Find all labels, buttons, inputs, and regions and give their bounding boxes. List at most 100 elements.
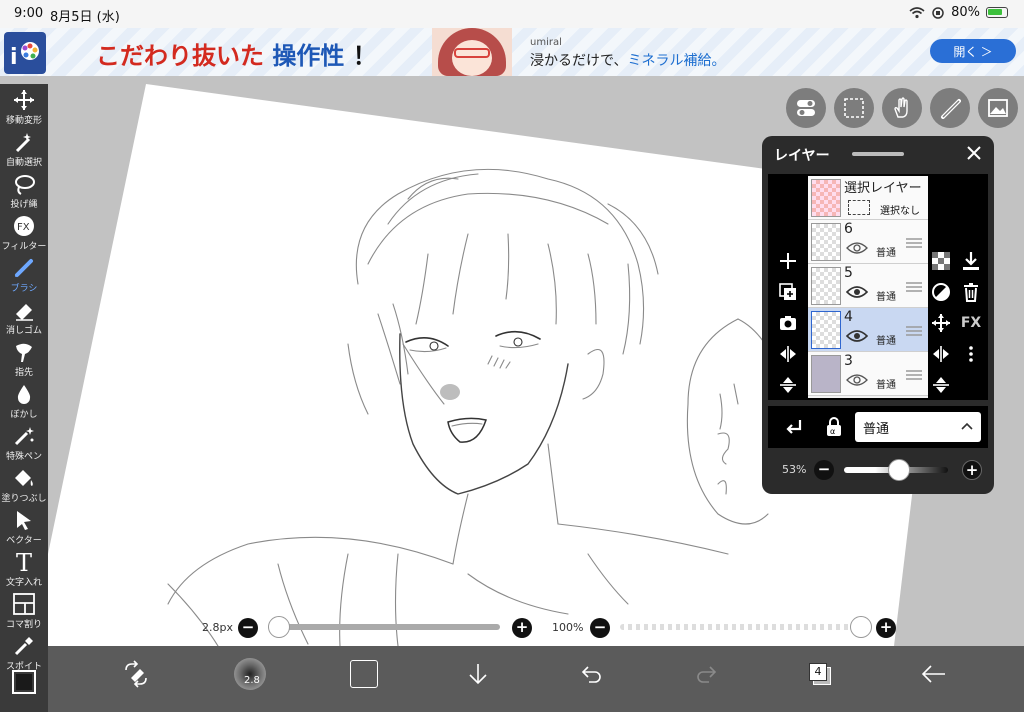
brush-size-knob[interactable] [268, 616, 290, 638]
transparency-lock-button[interactable] [930, 250, 952, 272]
contrast-icon [932, 283, 950, 301]
layer-thumbnail [811, 179, 841, 217]
color-button[interactable] [346, 656, 382, 692]
camera-layer-button[interactable] [777, 312, 799, 334]
tool-label: 特殊ペン [5, 452, 42, 462]
eye-icon[interactable] [846, 285, 868, 299]
layer-blend-mode: 普通 [876, 248, 896, 259]
delete-layer-button[interactable] [960, 281, 982, 303]
move-layer-button[interactable] [930, 312, 952, 334]
eye-icon[interactable] [846, 241, 868, 255]
undo-button[interactable] [574, 656, 610, 692]
alpha-lock-icon[interactable]: α [824, 417, 844, 437]
tool-fill[interactable]: 塗りつぶし [0, 464, 48, 506]
add-layer-copy-button[interactable] [777, 281, 799, 303]
drag-handle-icon[interactable] [906, 326, 922, 336]
opacity-decrease-button[interactable]: − [814, 460, 834, 480]
layer-row[interactable]: 6 普通 [808, 220, 928, 264]
selection-status: 選択なし [880, 206, 920, 217]
layers-button[interactable]: 4 [802, 656, 838, 692]
brush-icon [15, 259, 33, 277]
brush-opacity-decrease-button[interactable]: − [590, 618, 610, 638]
tool-label: コマ割り [5, 620, 42, 630]
frame-divide-icon [13, 593, 35, 615]
tool-vector[interactable]: ベクター [0, 506, 48, 548]
close-icon[interactable] [964, 143, 984, 163]
opacity-increase-button[interactable]: + [962, 460, 982, 480]
layer-opacity-knob[interactable] [888, 459, 911, 481]
clip-arrow-icon[interactable] [784, 417, 804, 437]
duplicate-icon [779, 283, 796, 300]
tool-label: 文字入れ [5, 578, 42, 588]
layer-footer: α 普通 [768, 406, 988, 448]
brush-size-decrease-button[interactable]: − [238, 618, 258, 638]
toggle-settings-button[interactable] [786, 88, 826, 128]
save-down-button[interactable] [460, 656, 496, 692]
layer-count: 4 [809, 663, 827, 681]
tool-eraser[interactable]: 消しゴム [0, 296, 48, 338]
eye-icon[interactable] [846, 329, 868, 343]
text-icon: T [16, 550, 32, 574]
selection-layer-row[interactable]: 選択レイヤー 選択なし [808, 176, 928, 220]
battery-percent: 80% [951, 5, 980, 20]
hand-button[interactable] [882, 88, 922, 128]
ad-character-image [432, 28, 512, 76]
eye-icon[interactable] [846, 373, 868, 387]
reference-image-button[interactable] [978, 88, 1018, 128]
color-swatch[interactable] [12, 670, 36, 694]
brush-opacity-slider[interactable] [620, 624, 870, 630]
layer-row-selected[interactable]: 4 普通 [808, 308, 928, 352]
tool-auto-select[interactable]: 自動選択 [0, 128, 48, 170]
more-options-button[interactable] [960, 343, 982, 365]
tool-filter[interactable]: FX フィルター [0, 212, 48, 254]
ad-banner[interactable]: i こだわり抜いた 操作性 ！ [0, 28, 1024, 76]
flip-layer-button[interactable] [930, 343, 952, 365]
flip-layer-vertical-button[interactable] [930, 374, 952, 396]
flip-horizontal-button[interactable] [777, 343, 799, 365]
tool-brush[interactable]: ブラシ [0, 254, 48, 296]
undo-icon [581, 666, 601, 683]
clipping-button[interactable] [930, 281, 952, 303]
tool-blur[interactable]: ぼかし [0, 380, 48, 422]
ad-open-button[interactable]: 開く ＞ [930, 39, 1016, 63]
selection-button[interactable] [834, 88, 874, 128]
tool-finger[interactable]: 指先 [0, 338, 48, 380]
layer-row[interactable]: 5 普通 [808, 264, 928, 308]
flip-horizontal-icon [780, 346, 796, 362]
merge-down-button[interactable] [960, 250, 982, 272]
flip-vertical-button[interactable] [777, 374, 799, 396]
layer-row[interactable]: 3 普通 [808, 352, 928, 396]
add-layer-button[interactable] [777, 250, 799, 272]
layer-list-area: 選択レイヤー 選択なし 6 普通 5 普通 4 普通 3 普通 FX [768, 174, 988, 400]
blend-mode-select[interactable]: 普通 [855, 412, 981, 442]
tool-frame-divide[interactable]: コマ割り [0, 590, 48, 632]
hand-icon [894, 97, 908, 118]
tool-label: 投げ縄 [10, 200, 38, 210]
tool-move[interactable]: 移動変形 [0, 86, 48, 128]
drag-handle-icon[interactable] [906, 370, 922, 380]
panel-drag-handle[interactable] [852, 152, 904, 156]
ruler-button[interactable] [930, 88, 970, 128]
brush-size-label: 2.8px [202, 621, 233, 634]
eraser-icon [16, 304, 33, 321]
tool-special-pen[interactable]: 特殊ペン [0, 422, 48, 464]
layer-panel: レイヤー 選択レイヤー 選択なし 6 普通 5 普通 4 普通 3 普通 FX … [762, 136, 994, 494]
brush-opacity-knob[interactable] [850, 616, 872, 638]
blur-icon [17, 385, 31, 404]
brush-size-increase-button[interactable]: + [512, 618, 532, 638]
quick-brush-switch-button[interactable] [118, 656, 154, 692]
finger-icon [16, 343, 32, 362]
redo-button[interactable] [688, 656, 724, 692]
brush-preview-button[interactable]: 2.8 [232, 656, 268, 692]
back-button[interactable] [916, 656, 952, 692]
drag-handle-icon[interactable] [906, 238, 922, 248]
brush-size-slider[interactable] [268, 624, 500, 630]
drag-handle-icon[interactable] [906, 282, 922, 292]
brush-opacity-increase-button[interactable]: + [876, 618, 896, 638]
tool-text[interactable]: T 文字入れ [0, 548, 48, 590]
tool-lasso[interactable]: 投げ縄 [0, 170, 48, 212]
svg-text:i: i [10, 45, 18, 70]
tool-eyedropper[interactable]: スポイト [0, 632, 48, 674]
ad-headline: こだわり抜いた 操作性 ！ [96, 36, 377, 71]
layer-fx-button[interactable]: FX [960, 312, 982, 334]
